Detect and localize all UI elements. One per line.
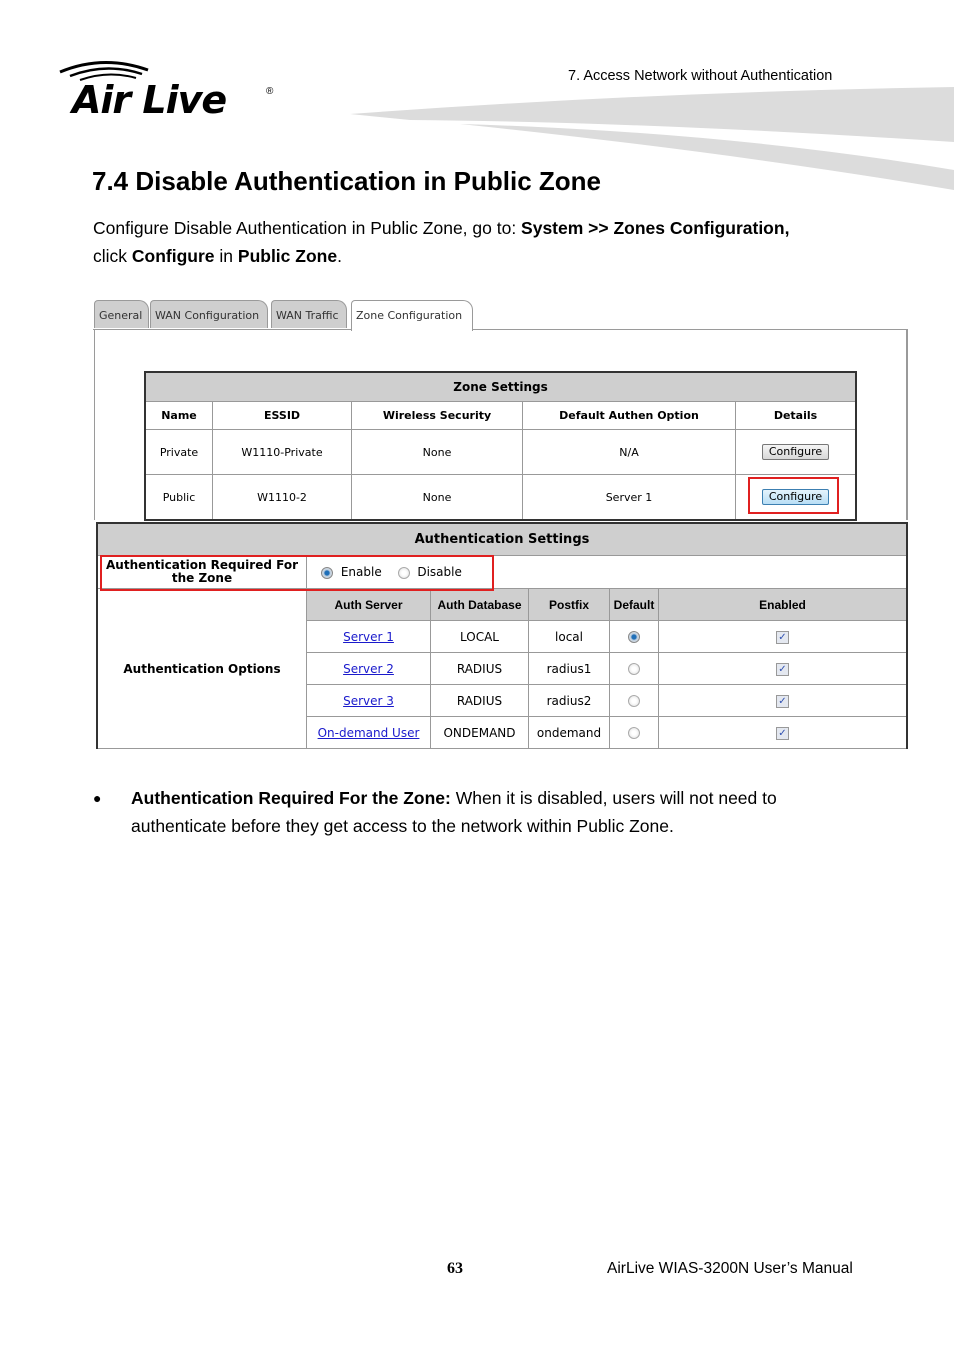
details-cell: Configure (735, 429, 857, 475)
auth-postfix: local (528, 620, 610, 653)
auth-database: ONDEMAND (430, 716, 529, 749)
auth-server-cell: Server 1 (306, 620, 431, 653)
authentication-settings-table: Authentication Settings Authentication R… (96, 522, 908, 749)
auth-server-cell: Server 3 (306, 684, 431, 717)
auth-postfix: ondemand (528, 716, 610, 749)
page-number: 63 (447, 1260, 463, 1277)
configure-private-button[interactable]: Configure (761, 444, 830, 460)
intro-text: in (214, 246, 238, 266)
tab-divider (93, 329, 908, 330)
zone-settings-caption: Zone Settings (144, 371, 857, 402)
default-radio[interactable] (628, 631, 640, 643)
zone-authen: Server 1 (522, 474, 736, 521)
zone-authen: N/A (522, 429, 736, 475)
zone-security: None (351, 429, 523, 475)
server-3-link[interactable]: Server 3 (343, 694, 394, 708)
column-header: Wireless Security (351, 401, 523, 430)
column-header: Name (144, 401, 213, 430)
zone-settings-table: Zone Settings Name ESSID Wireless Securi… (144, 371, 857, 521)
auth-database: RADIUS (430, 684, 529, 717)
table-row: Private W1110-Private None N/A Configure (144, 429, 857, 475)
public-zone-term: Public Zone (237, 246, 338, 266)
configure-term: Configure (131, 246, 215, 266)
on-demand-user-link[interactable]: On-demand User (318, 726, 420, 740)
column-header: Details (735, 401, 857, 430)
column-header: Auth Server (306, 588, 431, 621)
frame-border (94, 330, 95, 520)
default-cell (609, 716, 659, 749)
intro-text: Configure Disable Authentication in Publ… (93, 218, 522, 238)
tab-general[interactable]: General (94, 300, 149, 328)
tab-zone-configuration[interactable]: Zone Configuration (351, 300, 473, 331)
enabled-checkbox[interactable]: ✓ (776, 726, 789, 740)
enable-radio[interactable] (321, 566, 333, 579)
enabled-cell: ✓ (658, 652, 908, 685)
default-radio[interactable] (628, 663, 640, 675)
details-cell: Configure (735, 474, 857, 521)
frame-border (906, 330, 908, 520)
auth-settings-caption: Authentication Settings (96, 522, 908, 556)
server-1-link[interactable]: Server 1 (343, 630, 394, 644)
table-row: Public W1110-2 None Server 1 Configure (144, 474, 857, 521)
disable-label: Disable (417, 565, 462, 579)
intro-text: . (337, 246, 342, 266)
zone-name: Private (144, 429, 213, 475)
column-header: ESSID (212, 401, 352, 430)
column-header: Default Authen Option (522, 401, 736, 430)
column-header: Postfix (528, 588, 610, 621)
tab-wan-configuration[interactable]: WAN Configuration (150, 300, 268, 328)
auth-options-label: Authentication Options (96, 588, 307, 749)
column-header: Auth Database (430, 588, 529, 621)
disable-radio[interactable] (397, 566, 410, 579)
enabled-cell: ✓ (658, 716, 908, 749)
zone-essid: W1110-Private (212, 429, 352, 475)
configure-public-button[interactable]: Configure (761, 489, 830, 505)
default-radio[interactable] (628, 727, 640, 739)
auth-server-cell: Server 2 (306, 652, 431, 685)
auth-postfix: radius2 (528, 684, 610, 717)
airlive-logo: Air Live ® (58, 58, 288, 122)
auth-database: RADIUS (430, 652, 529, 685)
default-radio[interactable] (628, 695, 640, 707)
enabled-checkbox[interactable]: ✓ (776, 662, 789, 676)
logo-text: Air Live (72, 78, 227, 122)
enabled-cell: ✓ (658, 684, 908, 717)
enabled-cell: ✓ (658, 620, 908, 653)
default-cell (609, 684, 659, 717)
section-title: 7.4 Disable Authentication in Public Zon… (92, 166, 601, 196)
bullet-text: Authentication Required For the Zone: Wh… (131, 784, 871, 840)
default-cell (609, 652, 659, 685)
zone-configuration-screenshot: General WAN Configuration WAN Traffic Zo… (93, 298, 908, 754)
zone-security: None (351, 474, 523, 521)
auth-server-cell: On-demand User (306, 716, 431, 749)
intro-paragraph: Configure Disable Authentication in Publ… (93, 214, 883, 270)
zone-name: Public (144, 474, 213, 521)
tab-wan-traffic[interactable]: WAN Traffic (271, 300, 347, 328)
manual-title: AirLive WIAS-3200N User’s Manual (607, 1260, 853, 1277)
menu-path: System >> Zones Configuration, (521, 218, 790, 238)
enabled-checkbox[interactable]: ✓ (776, 630, 789, 644)
registered-mark: ® (266, 86, 274, 97)
tab-bar: General WAN Configuration WAN Traffic Zo… (93, 298, 908, 331)
enable-label: Enable (340, 565, 382, 579)
auth-required-options: Enable Disable (306, 555, 908, 589)
bullet-term: Authentication Required For the Zone: (131, 788, 451, 808)
column-header: Default (609, 588, 659, 621)
zone-essid: W1110-2 (212, 474, 352, 521)
auth-required-label: Authentication Required For the Zone (96, 555, 307, 589)
auth-database: LOCAL (430, 620, 529, 653)
bullet-icon: ● (93, 790, 102, 806)
intro-text: click (93, 246, 132, 266)
column-header: Enabled (658, 588, 908, 621)
server-2-link[interactable]: Server 2 (343, 662, 394, 676)
default-cell (609, 620, 659, 653)
auth-postfix: radius1 (528, 652, 610, 685)
enabled-checkbox[interactable]: ✓ (776, 694, 789, 708)
